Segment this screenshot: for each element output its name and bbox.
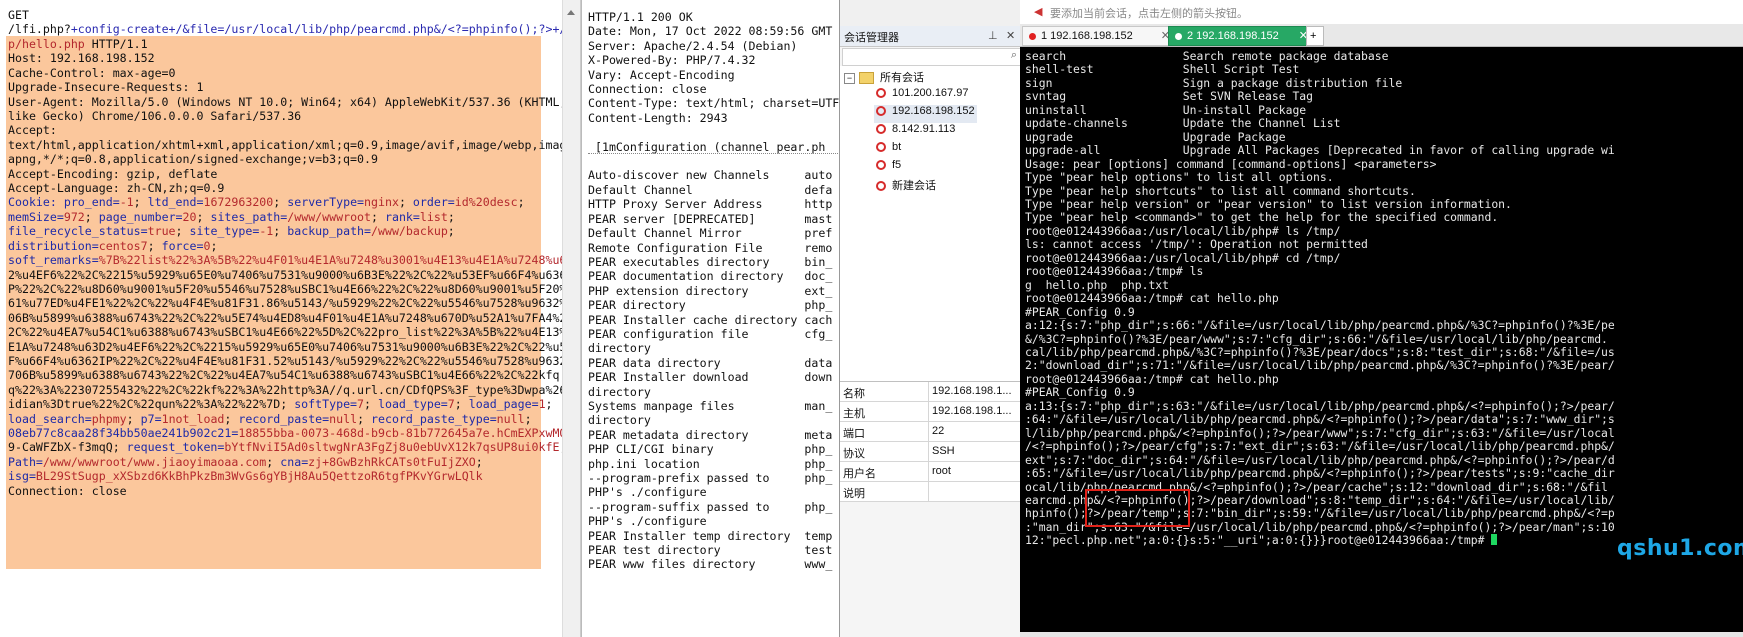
session-search-input[interactable]: ⌕: [842, 48, 1021, 66]
property-key: 用户名: [843, 468, 876, 480]
property-value: SSH: [932, 445, 955, 457]
tab-label: 1 192.168.198.152: [1041, 30, 1133, 42]
property-value: 192.168.198.1...: [932, 405, 1012, 417]
property-key: 主机: [843, 408, 865, 420]
session-label: bt: [892, 141, 902, 153]
session-label: 8.142.91.113: [892, 123, 956, 135]
tab-session-2[interactable]: 2 192.168.198.152 ✕: [1168, 26, 1314, 46]
property-key: 名称: [843, 388, 865, 400]
connection-header: Connection: close: [8, 483, 127, 498]
session-icon: [876, 124, 886, 135]
request-scrollbar[interactable]: [562, 0, 580, 637]
session-item[interactable]: 8.142.91.113: [876, 123, 955, 141]
session-item[interactable]: f5: [876, 159, 901, 177]
session-icon: [876, 88, 886, 99]
session-icon: [876, 181, 886, 192]
session-hint-bar: ◀ 要添加当前会话，点击左侧的箭头按钮。: [1020, 0, 1743, 25]
watermark: qshu1.com: [1617, 536, 1743, 561]
property-value: 192.168.198.1...: [932, 385, 1012, 397]
session-label: 新建会话: [892, 180, 936, 192]
session-label: 101.200.167.97: [892, 87, 969, 99]
request-line[interactable]: GET /lfi.php?+config-create+/&file=/usr/…: [8, 8, 580, 37]
request-headers: Host: 192.168.198.152 Cache-Control: max…: [8, 51, 581, 196]
session-tree[interactable]: − 所有会话 101.200.167.97 192.168.198.152 8.142…: [840, 66, 1021, 381]
request-body[interactable]: p/hello.php HTTP/1.1 Host: 192.168.198.1…: [8, 37, 580, 498]
folder-icon: [859, 72, 874, 85]
property-key: 说明: [843, 488, 865, 500]
query: +config-create+/&file=/usr/local/lib/php…: [70, 22, 581, 37]
root-folder-label: 所有会话: [880, 72, 924, 84]
terminal-output: search Search remote package database sh…: [1025, 50, 1615, 548]
status-dot-icon: [1175, 32, 1182, 40]
cursor: [1491, 534, 1498, 546]
session-item[interactable]: 101.200.167.97: [876, 87, 968, 105]
scroll-up-icon[interactable]: [567, 10, 575, 15]
session-manager-title: 会话管理器: [844, 32, 899, 44]
pin-icon[interactable]: ⊥: [988, 29, 998, 42]
http-version: HTTP/1.1: [84, 37, 148, 51]
collapse-icon[interactable]: −: [844, 72, 855, 84]
property-row: 用户名 root: [840, 462, 1021, 482]
session-label: 192.168.198.152: [892, 105, 975, 117]
session-item[interactable]: 新建会话: [876, 177, 936, 195]
property-row: 说明: [840, 482, 1021, 502]
property-row: 协议 SSH: [840, 442, 1021, 462]
session-icon: [876, 142, 886, 153]
hint-text: 要添加当前会话，点击左侧的箭头按钮。: [1050, 8, 1248, 20]
method: GET: [8, 8, 29, 22]
tab-label: 2 192.168.198.152: [1187, 30, 1279, 42]
session-icon: [876, 160, 886, 171]
terminal-tabs: 1 192.168.198.152 ✕ 2 192.168.198.152 ✕ +: [1020, 24, 1743, 47]
property-key: 协议: [843, 448, 865, 460]
property-value: root: [932, 465, 951, 477]
close-icon[interactable]: ✕: [1006, 29, 1015, 42]
search-icon: ⌕: [1010, 49, 1017, 61]
property-row: 端口 22: [840, 422, 1021, 442]
cookie-header: Cookie: pro_end=-1; ltd_end=1672963200; …: [8, 195, 581, 484]
session-manager-header: 会话管理器 ⊥ ✕: [840, 26, 1021, 47]
status-dot-icon: [1029, 32, 1036, 40]
session-manager: 会话管理器 ⊥ ✕ ⌕ − 所有会话 101.200.167.97 192.168.…: [839, 0, 1021, 637]
divider: [588, 153, 838, 154]
path-end: p/hello.php: [8, 37, 85, 51]
highlight-annotation: [1085, 489, 1190, 527]
property-key: 端口: [843, 428, 865, 440]
session-properties: 名称 192.168.198.1... 主机 192.168.198.1... 端口 22…: [840, 381, 1021, 502]
session-item[interactable]: bt: [876, 141, 901, 159]
property-row: 主机 192.168.198.1...: [840, 402, 1021, 422]
status-bar: [1020, 632, 1743, 637]
new-tab-button[interactable]: +: [1306, 26, 1324, 46]
session-item[interactable]: 192.168.198.152: [874, 105, 977, 123]
session-label: f5: [892, 159, 902, 171]
tab-session-1[interactable]: 1 192.168.198.152 ✕: [1022, 26, 1176, 46]
session-icon: [876, 106, 886, 117]
arrow-icon[interactable]: ◀: [1034, 5, 1042, 18]
response-text: HTTP/1.1 200 OK Date: Mon, 17 Oct 2022 0…: [588, 10, 840, 572]
path: /lfi.php?: [8, 22, 71, 37]
response-pane[interactable]: HTTP/1.1 200 OK Date: Mon, 17 Oct 2022 0…: [581, 0, 840, 637]
property-value: 22: [932, 425, 945, 437]
request-pane[interactable]: GET /lfi.php?+config-create+/&file=/usr/…: [0, 0, 581, 637]
session-toolbar: [840, 0, 1021, 26]
property-row: 名称 192.168.198.1...: [840, 382, 1021, 402]
tree-root[interactable]: − 所有会话: [844, 69, 924, 87]
